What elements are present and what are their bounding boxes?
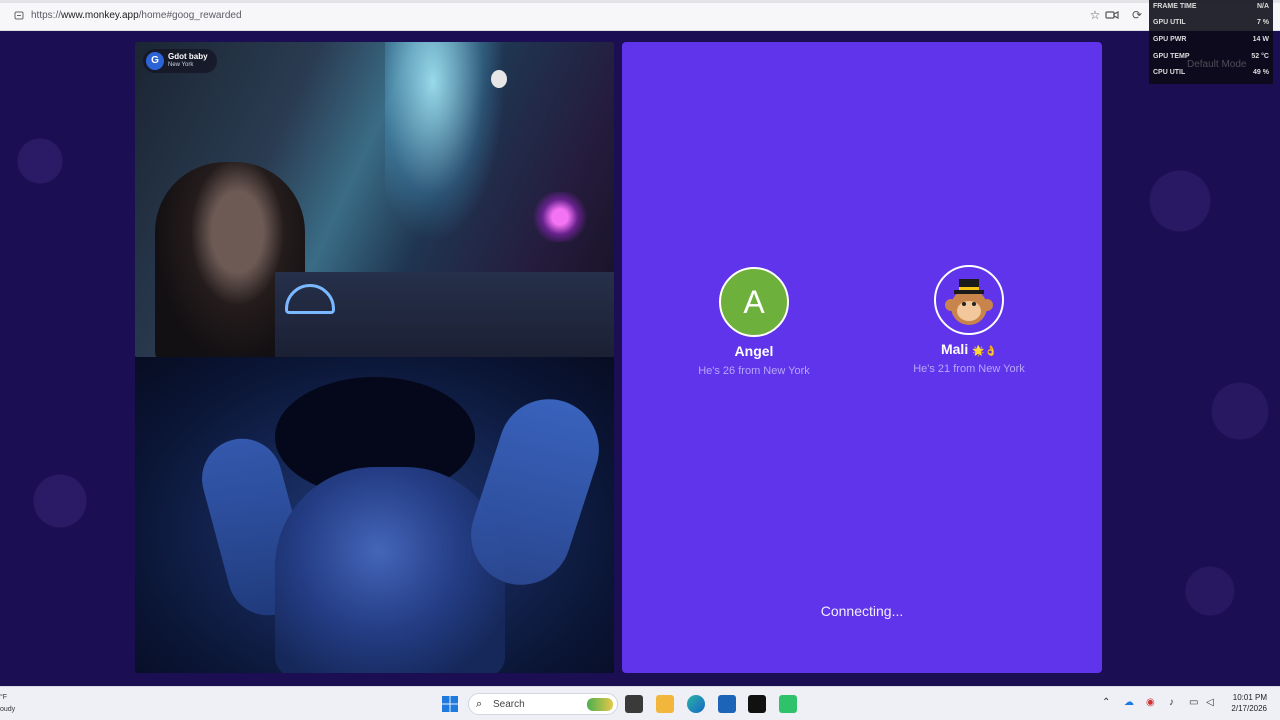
remote-user-location: New York [168, 62, 194, 68]
match-user-name: Mali 🌟👌 [889, 341, 1049, 357]
chat-app-icon[interactable] [779, 695, 797, 713]
favorite-star-icon[interactable]: ☆ [1088, 8, 1102, 22]
perf-row: FRAME TIME N/A [1153, 3, 1269, 10]
app-icon[interactable] [748, 695, 766, 713]
self-video [135, 357, 614, 673]
remote-user-name: Gdot baby [168, 52, 208, 61]
volume-icon[interactable]: ◁ [1206, 697, 1214, 708]
remote-user-avatar: G [146, 52, 164, 70]
match-user-card[interactable]: Mali 🌟👌 He's 21 from New York [889, 265, 1049, 375]
refresh-icon[interactable]: ⟳ [1130, 8, 1144, 22]
store-icon[interactable] [718, 695, 736, 713]
search-highlight-icon [587, 698, 613, 711]
match-user-name-text: Mali [940, 341, 969, 357]
weather-widget[interactable]: °F oudy [0, 692, 15, 716]
match-user-subtitle: He's 26 from New York [698, 365, 810, 377]
tab-strip [0, 0, 1280, 3]
performance-overlay: FRAME TIME N/A GPU UTIL 7 % GPU PWR 14 W GP… [1149, 0, 1273, 84]
onedrive-icon[interactable]: ☁ [1124, 697, 1134, 708]
taskbar-search[interactable]: ⌕ Search [468, 693, 618, 715]
connection-status: Connecting... [820, 603, 904, 619]
match-user-card[interactable]: A Angel He's 26 from New York [674, 267, 834, 377]
match-user-name: Angel [734, 343, 774, 359]
url-host: www.monkey.app [61, 10, 139, 21]
site-info-icon[interactable] [14, 11, 24, 20]
address-bar[interactable]: https://www.monkey.app/home#goog_rewarde… [31, 10, 242, 21]
url-path: /home#goog_rewarded [138, 10, 242, 21]
network-icon[interactable]: ▭ [1189, 697, 1198, 708]
weather-desc: oudy [0, 706, 16, 713]
perf-mode-label: Default Mode [1187, 59, 1247, 70]
search-label: Search [493, 699, 525, 710]
avatar: A [719, 267, 789, 337]
clock-time: 10:01 PM [1232, 693, 1267, 702]
security-icon[interactable]: ◉ [1146, 697, 1155, 708]
name-emoji: 🌟👌 [972, 346, 998, 357]
browser-toolbar: https://www.monkey.app/home#goog_rewarde… [0, 0, 1280, 31]
weather-temp: °F [0, 694, 8, 701]
clock-date: 2/17/2026 [1231, 704, 1267, 713]
perf-row: GPU UTIL 7 % [1153, 19, 1269, 26]
perf-row: CPU UTIL 49 % [1153, 69, 1269, 76]
edge-browser-icon[interactable] [687, 695, 705, 713]
microphone-icon[interactable]: ♪ [1169, 697, 1174, 708]
tray-chevron-icon[interactable]: ⌃ [1102, 697, 1110, 708]
windows-start-icon[interactable] [441, 695, 459, 713]
file-explorer-icon[interactable] [656, 695, 674, 713]
monkey-avatar-icon [934, 265, 1004, 335]
url-scheme: https:// [31, 10, 62, 21]
video-camera-icon[interactable] [1105, 8, 1119, 22]
remote-user-badge[interactable]: G Gdot baby New York [143, 49, 217, 73]
perf-row: GPU PWR 14 W [1153, 36, 1269, 43]
system-clock[interactable]: 10:01 PM 2/17/2026 [1219, 692, 1267, 714]
match-user-subtitle: He's 21 from New York [913, 363, 1025, 375]
search-icon: ⌕ [476, 698, 483, 710]
taskbar: °F oudy ⌕ Search ⌃ ☁ ◉ ♪ ▭ ◁ 10:01 PM 2/… [0, 686, 1280, 720]
remote-video [135, 42, 614, 357]
task-view-icon[interactable] [625, 695, 643, 713]
